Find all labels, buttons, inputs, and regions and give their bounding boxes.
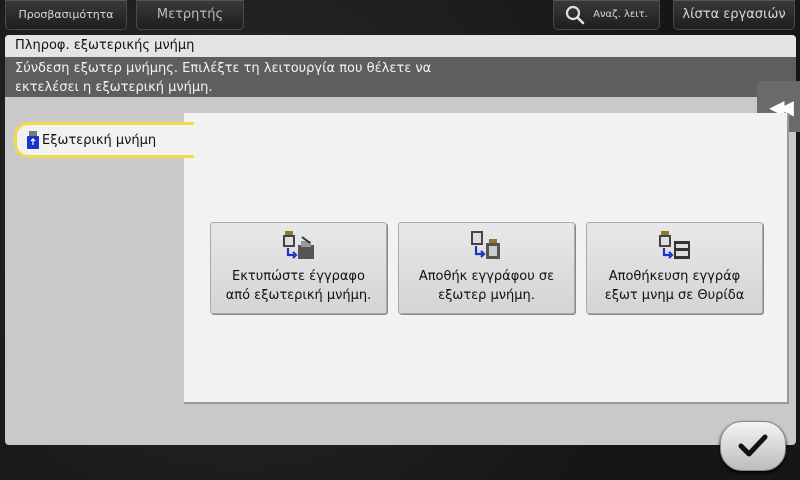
save-to-external-memory-label: Αποθήκ εγγράφου σε εξωτερ μνήμη. bbox=[418, 269, 555, 303]
search-icon bbox=[566, 5, 585, 24]
accessibility-label: Προσβασιμότητα bbox=[18, 8, 114, 21]
accessibility-button[interactable]: Προσβασιμότητα bbox=[5, 0, 127, 30]
message-area: Σύνδεση εξωτερ μνήμης. Επιλέξτε τη λειτο… bbox=[5, 57, 796, 97]
usb-save-icon bbox=[470, 231, 500, 259]
save-external-memory-to-box-button[interactable]: Αποθήκευση εγγράφ εξωτ μνημ σε Θυρίδα bbox=[586, 222, 763, 314]
panel-title: Πληροφ. εξωτερικής μνήμη bbox=[5, 35, 796, 57]
counter-button[interactable]: Μετρητής bbox=[136, 0, 244, 30]
usb-box-icon bbox=[658, 231, 690, 259]
message-line-2: εκτελέσει η εξωτερική μνήμη. bbox=[15, 80, 213, 95]
message-line-1: Σύνδεση εξωτερ μνήμης. Επιλέξτε τη λειτο… bbox=[15, 61, 432, 76]
tab-external-memory-label: Εξωτερική μνήμη bbox=[42, 132, 157, 148]
usb-memory-icon bbox=[27, 131, 39, 149]
print-from-external-memory-label: Εκτυπώστε έγγραφο από εξωτερική μνήμη. bbox=[225, 269, 372, 303]
job-list-button[interactable]: λίστα εργασιών bbox=[673, 0, 795, 30]
function-search-button[interactable]: Αναζ. λειτ. bbox=[553, 0, 660, 30]
usb-print-icon bbox=[282, 231, 314, 259]
tab-external-memory[interactable]: Εξωτερική μνήμη bbox=[14, 122, 194, 158]
ok-button[interactable] bbox=[720, 421, 786, 471]
save-external-memory-to-box-label: Αποθήκευση εγγράφ εξωτ μνημ σε Θυρίδα bbox=[604, 269, 745, 303]
function-search-label: Αναζ. λειτ. bbox=[593, 9, 648, 20]
job-list-label: λίστα εργασιών bbox=[682, 7, 786, 22]
counter-label: Μετρητής bbox=[156, 7, 224, 22]
save-to-external-memory-button[interactable]: Αποθήκ εγγράφου σε εξωτερ μνήμη. bbox=[398, 222, 575, 314]
print-from-external-memory-button[interactable]: Εκτυπώστε έγγραφο από εξωτερική μνήμη. bbox=[210, 222, 387, 314]
checkmark-icon bbox=[738, 434, 768, 457]
